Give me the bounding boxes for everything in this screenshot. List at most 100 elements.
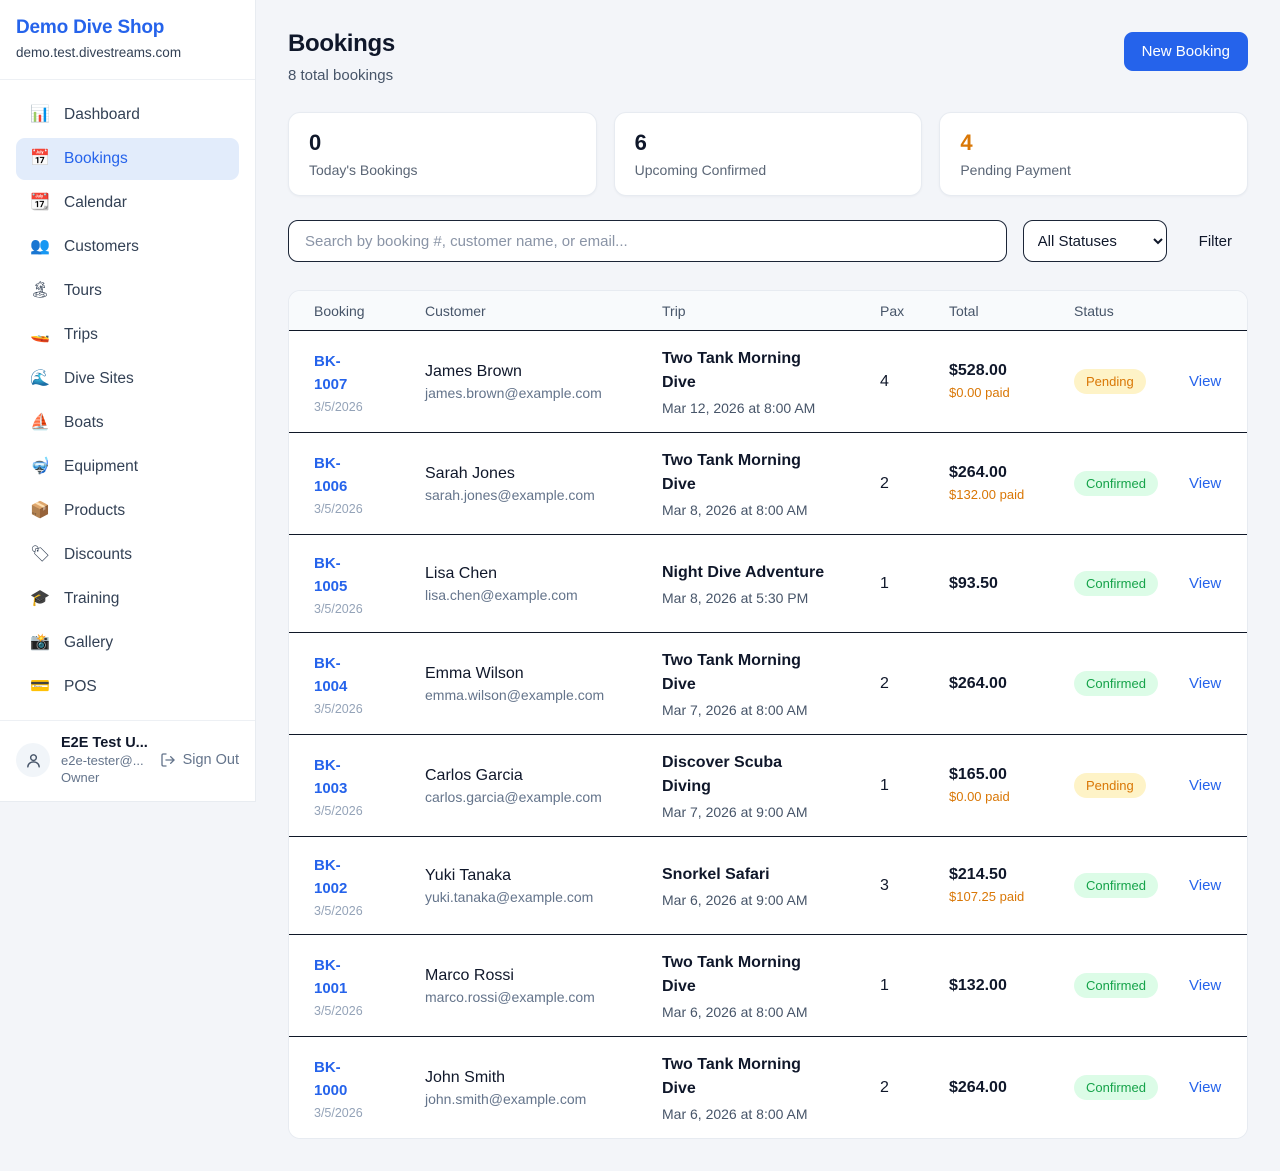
booking-date: 3/5/2026 — [314, 702, 425, 716]
sidebar-item-dive-sites[interactable]: 🌊Dive Sites — [16, 358, 239, 400]
customer-name: Yuki Tanaka — [425, 867, 662, 885]
page-subtitle: 8 total bookings — [288, 67, 395, 84]
view-link[interactable]: View — [1189, 977, 1221, 994]
stat-label: Today's Bookings — [309, 162, 576, 178]
status-badge: Confirmed — [1074, 471, 1158, 496]
sidebar-item-gallery[interactable]: 📸Gallery — [16, 622, 239, 664]
total-amount: $93.50 — [949, 575, 1074, 593]
sidebar-item-pos[interactable]: 💳 POS — [16, 666, 239, 708]
brand-name[interactable]: Demo Dive Shop — [16, 17, 239, 39]
view-link[interactable]: View — [1189, 675, 1221, 692]
sidebar-item-boats[interactable]: ⛵Boats — [16, 402, 239, 444]
booking-link[interactable]: BK-1001 — [314, 954, 364, 1001]
sidebar-item-equipment[interactable]: 🤿Equipment — [16, 446, 239, 488]
credit-card-icon: 💳 — [30, 679, 50, 695]
total-cell: $264.00 $132.00 paid — [949, 464, 1074, 504]
sidebar-item-bookings[interactable]: 📅Bookings — [16, 138, 239, 180]
view-cell: View — [1189, 373, 1227, 391]
view-cell: View — [1189, 977, 1227, 995]
booking-link[interactable]: BK-1000 — [314, 1056, 364, 1103]
paid-amount: $107.25 paid — [949, 888, 1029, 906]
tear-off-calendar-icon: 📆 — [30, 195, 50, 211]
filter-row: All Statuses Filter — [288, 220, 1248, 262]
total-cell: $132.00 — [949, 977, 1074, 995]
customer-cell: Yuki Tanakayuki.tanaka@example.com — [425, 867, 662, 905]
trip-time: Mar 8, 2026 at 5:30 PM — [662, 590, 880, 606]
trip-name: Snorkel Safari — [662, 863, 834, 887]
sidebar-item-calendar[interactable]: 📆Calendar — [16, 182, 239, 224]
booking-link[interactable]: BK-1004 — [314, 652, 364, 699]
people-icon: 👥 — [30, 239, 50, 255]
status-cell: Confirmed — [1074, 671, 1189, 696]
customer-cell: Lisa Chenlisa.chen@example.com — [425, 565, 662, 603]
sidebar-item-label: Bookings — [64, 150, 128, 168]
view-link[interactable]: View — [1189, 1079, 1221, 1096]
status-badge: Confirmed — [1074, 873, 1158, 898]
paid-amount: $132.00 paid — [949, 486, 1029, 504]
trip-cell: Two Tank Morning DiveMar 6, 2026 at 8:00… — [662, 1053, 880, 1122]
status-select[interactable]: All Statuses — [1023, 220, 1167, 262]
booking-cell: BK-1003 3/5/2026 — [314, 754, 425, 818]
sidebar-item-label: POS — [64, 678, 97, 696]
booking-date: 3/5/2026 — [314, 602, 425, 616]
stat-card-todays-bookings: 0 Today's Bookings — [288, 112, 597, 196]
booking-link[interactable]: BK-1006 — [314, 452, 364, 499]
booking-cell: BK-10073/5/2026 — [314, 350, 425, 414]
table-body: BK-10073/5/2026James Brownjames.brown@ex… — [289, 331, 1247, 1138]
customer-cell: Carlos Garciacarlos.garcia@example.com — [425, 767, 662, 805]
view-link[interactable]: View — [1189, 575, 1221, 592]
booking-date: 3/5/2026 — [314, 804, 425, 818]
stat-value: 0 — [309, 130, 576, 155]
sign-out-button[interactable]: Sign Out — [160, 752, 239, 768]
view-cell: View — [1189, 877, 1227, 895]
bookings-table: BookingCustomerTripPaxTotalStatus BK-100… — [288, 290, 1248, 1139]
filter-button[interactable]: Filter — [1183, 233, 1248, 250]
view-link[interactable]: View — [1189, 777, 1221, 794]
total-amount: $264.00 — [949, 464, 1074, 482]
customer-cell: Sarah Jonessarah.jones@example.com — [425, 465, 662, 503]
total-cell: $214.50$107.25 paid — [949, 866, 1074, 906]
sidebar-item-label: Equipment — [64, 458, 138, 476]
island-icon: 🏝 — [30, 283, 50, 299]
view-link[interactable]: View — [1189, 475, 1221, 492]
sidebar-item-products[interactable]: 📦Products — [16, 490, 239, 532]
customer-name: James Brown — [425, 363, 662, 381]
view-link[interactable]: View — [1189, 373, 1221, 390]
sidebar-item-discounts[interactable]: 🏷Discounts — [16, 534, 239, 576]
booking-link[interactable]: BK-1003 — [314, 754, 364, 801]
sidebar-item-tours[interactable]: 🏝 Tours — [16, 270, 239, 312]
trip-cell: Two Tank Morning DiveMar 12, 2026 at 8:0… — [662, 347, 880, 416]
booking-link[interactable]: BK-1002 — [314, 854, 364, 901]
trip-time: Mar 6, 2026 at 9:00 AM — [662, 892, 880, 908]
customer-email: john.smith@example.com — [425, 1091, 662, 1107]
booking-link[interactable]: BK-1007 — [314, 350, 364, 397]
new-booking-button[interactable]: New Booking — [1124, 32, 1248, 71]
pax-count: 1 — [880, 777, 949, 795]
paid-amount: $0.00 paid — [949, 788, 1029, 806]
sign-out-label: Sign Out — [183, 752, 239, 768]
trip-time: Mar 6, 2026 at 8:00 AM — [662, 1106, 880, 1122]
sidebar-item-dashboard[interactable]: 📊Dashboard — [16, 94, 239, 136]
trip-time: Mar 12, 2026 at 8:00 AM — [662, 400, 880, 416]
sidebar-item-customers[interactable]: 👥Customers — [16, 226, 239, 268]
sidebar-item-label: Tours — [64, 282, 102, 300]
booking-link[interactable]: BK-1005 — [314, 552, 364, 599]
customer-cell: John Smithjohn.smith@example.com — [425, 1069, 662, 1107]
sidebar-item-training[interactable]: 🎓Training — [16, 578, 239, 620]
column-header-status: Status — [1074, 303, 1189, 319]
stat-card-pending-payment: 4Pending Payment — [939, 112, 1248, 196]
sidebar-item-label: Products — [64, 502, 125, 520]
camera-icon: 📸 — [30, 635, 50, 651]
column-header-trip: Trip — [662, 303, 880, 319]
search-input[interactable] — [288, 220, 1007, 262]
trip-name: Two Tank Morning Dive — [662, 951, 834, 999]
sidebar-item-label: Dashboard — [64, 106, 140, 124]
table-header-row: BookingCustomerTripPaxTotalStatus — [289, 291, 1247, 331]
customer-name: Sarah Jones — [425, 465, 662, 483]
view-link[interactable]: View — [1189, 877, 1221, 894]
sidebar-item-trips[interactable]: 🚤Trips — [16, 314, 239, 356]
status-cell: Confirmed — [1074, 471, 1189, 496]
view-cell: View — [1189, 575, 1227, 593]
trip-name: Night Dive Adventure — [662, 561, 834, 585]
user-meta: E2E Test U... e2e-tester@... Owner — [61, 735, 149, 785]
